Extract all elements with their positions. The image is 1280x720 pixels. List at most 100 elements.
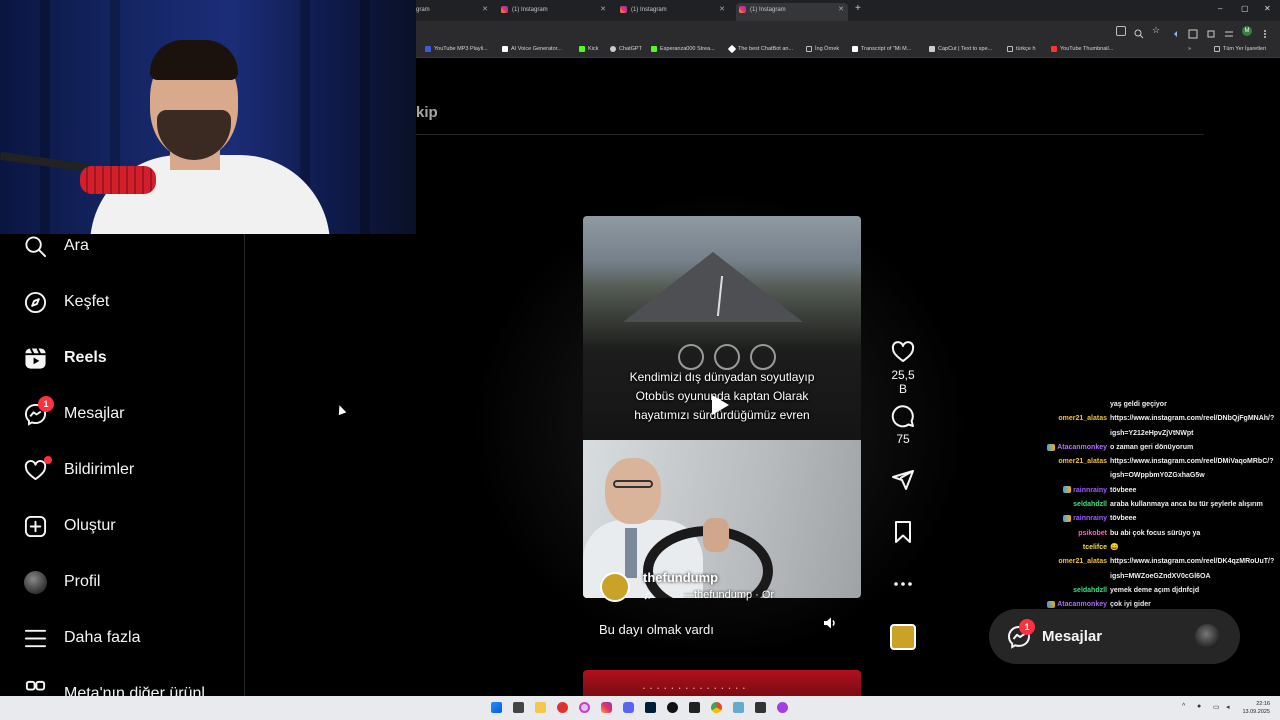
chrome-icon[interactable] xyxy=(711,702,722,713)
volume-icon[interactable] xyxy=(822,615,840,633)
instagram-app-icon[interactable] xyxy=(601,702,612,713)
profile-avatar[interactable]: M xyxy=(1242,26,1252,36)
close-tab-icon[interactable]: ✕ xyxy=(600,3,606,17)
chat-username[interactable]: omer21_alatas xyxy=(1022,555,1107,569)
chat-username[interactable]: seldahdzll xyxy=(1022,584,1107,598)
chat-username[interactable]: rainnrainy xyxy=(1022,512,1107,526)
tab-title: (1) Instagram xyxy=(512,7,548,13)
sidebar-item-search[interactable]: Ara xyxy=(24,231,89,261)
media-control-icon[interactable] xyxy=(1170,26,1180,37)
close-tab-icon[interactable]: ✕ xyxy=(482,3,488,17)
browser-menu-icon[interactable] xyxy=(1260,26,1270,38)
chat-username[interactable]: omer21_alatas xyxy=(1022,412,1107,426)
extensions-icon[interactable] xyxy=(1206,26,1216,38)
sidebar-item-label: Bildirimler xyxy=(64,461,135,478)
bookmark-folder[interactable]: İng Örnek xyxy=(806,45,839,54)
browser-tab[interactable]: (1) Instagram ✕ xyxy=(617,3,729,21)
chat-message: rainnrainy tövbeee xyxy=(1022,484,1272,498)
volume-icon[interactable]: ◂ xyxy=(1226,703,1230,711)
minimize-button[interactable]: – xyxy=(1218,4,1222,13)
reel-video[interactable]: Kendimizi dış dünyadan soyutlayıp Otobüs… xyxy=(583,216,861,598)
new-tab-button[interactable]: + xyxy=(855,3,861,14)
chat-username[interactable]: seldahdzll xyxy=(1022,498,1107,512)
microphone-icon[interactable]: ● xyxy=(1197,703,1201,710)
bookmark-label: İng Örnek xyxy=(815,46,840,52)
chat-username[interactable]: psikobet xyxy=(1022,527,1107,541)
bookmark-item[interactable]: Esperanza000 Strea... xyxy=(651,45,715,54)
bookmark-item[interactable]: YouTube Thumbnail... xyxy=(1051,45,1113,54)
chat-username[interactable]: Atacanmonkey xyxy=(1022,441,1107,455)
browser-tab[interactable]: (1) Instagram ✕ xyxy=(498,3,610,21)
app-icon[interactable] xyxy=(733,702,744,713)
bookmark-item[interactable]: ChatGPT xyxy=(610,45,642,54)
sidebar-item-meta[interactable]: Meta'nın diğer ürünl xyxy=(24,679,205,696)
bookmark-folder[interactable]: türkçe h xyxy=(1007,45,1036,54)
close-tab-icon[interactable]: ✕ xyxy=(838,3,844,17)
sidebar-item-more[interactable]: Daha fazla xyxy=(24,623,141,653)
tiktok-icon[interactable] xyxy=(667,702,678,713)
bookmark-favicon-icon xyxy=(852,46,858,52)
browser-tab-active[interactable]: (1) Instagram ✕ xyxy=(736,3,848,21)
sidebar-item-reels[interactable]: Reels xyxy=(24,343,107,373)
bookmark-item[interactable]: Kick xyxy=(579,45,598,54)
sidebar-item-messages[interactable]: 1 Mesajlar xyxy=(24,395,124,429)
page-header-partial[interactable]: kip xyxy=(416,104,438,121)
chat-message: omer21_alatas https://www.instagram.com/r… xyxy=(1022,455,1273,469)
sidebar-item-notifications[interactable]: Bildirimler xyxy=(24,455,134,485)
comment-icon xyxy=(887,404,919,428)
bookmark-item[interactable]: CapCut | Text to spe... xyxy=(929,45,992,54)
chat-username[interactable]: omer21_alatas xyxy=(1022,455,1107,469)
chat-username[interactable]: tcelifce xyxy=(1022,541,1107,555)
messages-floating-button[interactable]: 1 Mesajlar xyxy=(989,609,1240,664)
close-tab-icon[interactable]: ✕ xyxy=(719,3,725,17)
discord-icon[interactable] xyxy=(623,702,634,713)
save-button[interactable] xyxy=(887,520,919,544)
photoshop-icon[interactable] xyxy=(645,702,656,713)
next-reel-preview[interactable]: • • • • • • • • • • • • • • • xyxy=(583,670,861,696)
capcut-icon[interactable] xyxy=(689,702,700,713)
task-view-icon[interactable] xyxy=(513,702,524,713)
bookmark-item[interactable]: AI Voice Generator... xyxy=(502,45,562,54)
bookmark-item[interactable]: The best ChatBot an... xyxy=(727,44,793,54)
sidebar-item-profile[interactable]: Profil xyxy=(24,567,100,597)
youtube-icon xyxy=(1051,46,1057,52)
more-options-button[interactable] xyxy=(887,572,919,596)
browser-tab[interactable]: gram ✕ xyxy=(412,3,492,21)
close-window-button[interactable]: ✕ xyxy=(1264,4,1271,13)
install-app-icon[interactable] xyxy=(1116,26,1126,36)
capcut-icon[interactable] xyxy=(755,702,766,713)
play-icon[interactable] xyxy=(712,395,729,415)
share-button[interactable] xyxy=(887,468,919,492)
all-bookmarks-folder[interactable]: Tüm Yer İşaretleri xyxy=(1214,45,1266,54)
tray-overflow-icon[interactable]: ^ xyxy=(1182,703,1185,710)
reel-audio-label[interactable]: —thefundump · Or xyxy=(683,589,781,601)
windows-taskbar: ^ ● ▭ ◂ 22:16 13.09.2025 xyxy=(0,696,1280,720)
app-icon[interactable] xyxy=(579,702,590,713)
sidebar-toggle-icon[interactable] xyxy=(1224,26,1234,37)
clock[interactable]: 22:16 13.09.2025 xyxy=(1242,700,1270,716)
chat-username[interactable]: rainnrainy xyxy=(1022,484,1107,498)
comment-button[interactable]: 75 xyxy=(887,404,919,446)
chat-message: tcelifce 😄 xyxy=(1022,541,1272,555)
reading-list-icon[interactable] xyxy=(1188,26,1198,39)
audio-thumbnail[interactable] xyxy=(890,624,916,650)
reel-username[interactable]: thefundump xyxy=(643,570,718,585)
file-explorer-icon[interactable] xyxy=(535,702,546,713)
sidebar-item-create[interactable]: Oluştur xyxy=(24,511,116,541)
bookmarks-overflow-button[interactable]: » xyxy=(1188,45,1191,54)
bookmark-label: Kick xyxy=(588,46,599,52)
maximize-button[interactable]: ▢ xyxy=(1241,4,1249,13)
reel-user-avatar[interactable] xyxy=(600,572,630,602)
network-icon[interactable]: ▭ xyxy=(1213,703,1220,711)
obs-icon[interactable] xyxy=(557,702,568,713)
app-icon[interactable] xyxy=(777,702,788,713)
zoom-icon[interactable] xyxy=(1134,26,1144,39)
sidebar-item-label: Daha fazla xyxy=(64,629,141,646)
bookmark-item[interactable]: YouTube MP3 Playli... xyxy=(425,45,488,54)
windows-start-icon[interactable] xyxy=(491,702,502,713)
chat-text: igsh=Y212eHpvZjVtNWpt xyxy=(1110,429,1194,437)
sidebar-item-explore[interactable]: Keşfet xyxy=(24,287,109,317)
like-button[interactable]: 25,5 B xyxy=(887,340,919,396)
bookmark-star-icon[interactable]: ☆ xyxy=(1152,26,1162,36)
bookmark-item[interactable]: Transcript of "Mi M... xyxy=(852,45,911,54)
